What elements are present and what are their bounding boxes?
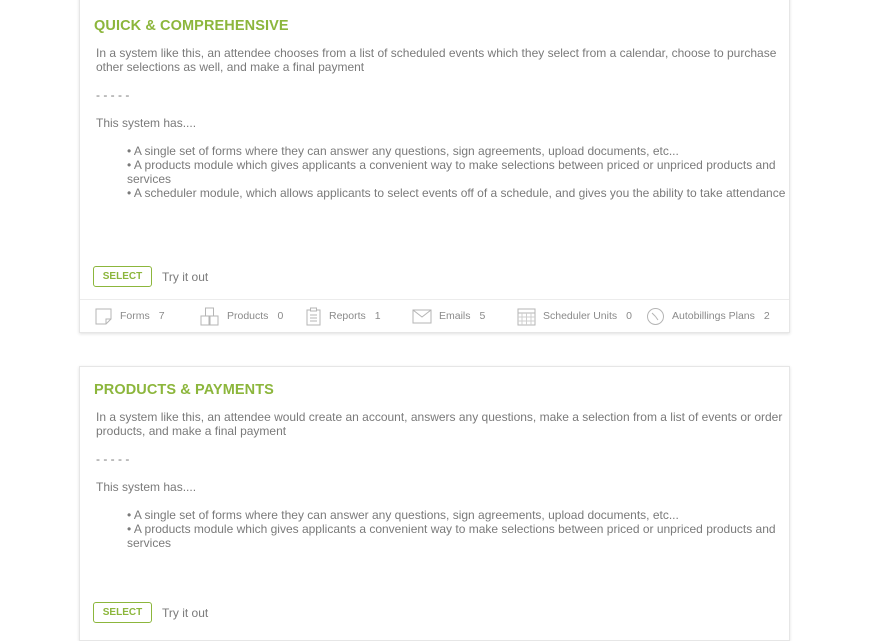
feature-list: • A single set of forms where they can a… bbox=[127, 508, 787, 550]
products-icon bbox=[200, 307, 219, 325]
stat-label: Products bbox=[227, 310, 269, 322]
stat-label: Reports bbox=[329, 310, 366, 322]
separator: - - - - - bbox=[96, 452, 130, 466]
card-title: QUICK & COMPREHENSIVE bbox=[94, 18, 289, 34]
system-has-label: This system has.... bbox=[96, 480, 197, 494]
envelope-icon bbox=[412, 309, 432, 323]
system-card-quick-comprehensive: QUICK & COMPREHENSIVE In a system like t… bbox=[79, 0, 790, 333]
feature-list: • A single set of forms where they can a… bbox=[127, 144, 787, 200]
feature-item: • A products module which gives applican… bbox=[127, 522, 776, 550]
stat-count: 5 bbox=[479, 310, 486, 322]
select-button[interactable]: SELECT bbox=[93, 602, 152, 623]
feature-item: • A products module which gives applican… bbox=[127, 158, 776, 186]
stat-label: Forms bbox=[120, 310, 150, 322]
stat-products[interactable]: Products 0 bbox=[200, 300, 283, 332]
stat-count: 0 bbox=[277, 310, 284, 322]
stat-forms[interactable]: Forms 7 bbox=[94, 300, 165, 332]
stat-count: 1 bbox=[374, 310, 381, 322]
separator: - - - - - bbox=[96, 88, 130, 102]
card-description: In a system like this, an attendee would… bbox=[96, 410, 783, 438]
feature-item: • A single set of forms where they can a… bbox=[127, 144, 679, 158]
stat-label: Emails bbox=[439, 310, 471, 322]
stat-label: Scheduler Units bbox=[543, 310, 618, 322]
card-title: PRODUCTS & PAYMENTS bbox=[94, 382, 274, 398]
stat-count: 0 bbox=[626, 310, 632, 322]
try-it-out-link[interactable]: Try it out bbox=[162, 606, 208, 620]
system-card-products-payments: PRODUCTS & PAYMENTS In a system like thi… bbox=[79, 366, 790, 641]
card-stats-footer: Forms 7 Products 0 Reports 1 Emails 5 Sc… bbox=[80, 299, 789, 332]
system-has-label: This system has.... bbox=[96, 116, 197, 130]
card-description: In a system like this, an attendee choos… bbox=[96, 46, 777, 74]
clock-icon bbox=[647, 307, 664, 325]
select-button[interactable]: SELECT bbox=[93, 266, 152, 287]
form-icon bbox=[95, 308, 112, 324]
stat-count: 2 bbox=[763, 310, 770, 322]
try-it-out-link[interactable]: Try it out bbox=[162, 270, 208, 284]
stat-reports[interactable]: Reports 1 bbox=[305, 300, 381, 332]
stat-label: Autobillings Plans bbox=[672, 310, 755, 322]
stat-scheduler-units[interactable]: Scheduler Units 0 bbox=[517, 300, 632, 332]
calendar-icon bbox=[517, 308, 536, 325]
feature-item: • A scheduler module, which allows appli… bbox=[127, 186, 786, 200]
stat-autobillings-plans[interactable]: Autobillings Plans 2 bbox=[646, 300, 770, 332]
clipboard-icon bbox=[306, 307, 321, 325]
stat-count: 7 bbox=[158, 310, 165, 322]
stat-emails[interactable]: Emails 5 bbox=[412, 300, 485, 332]
feature-item: • A single set of forms where they can a… bbox=[127, 508, 679, 522]
